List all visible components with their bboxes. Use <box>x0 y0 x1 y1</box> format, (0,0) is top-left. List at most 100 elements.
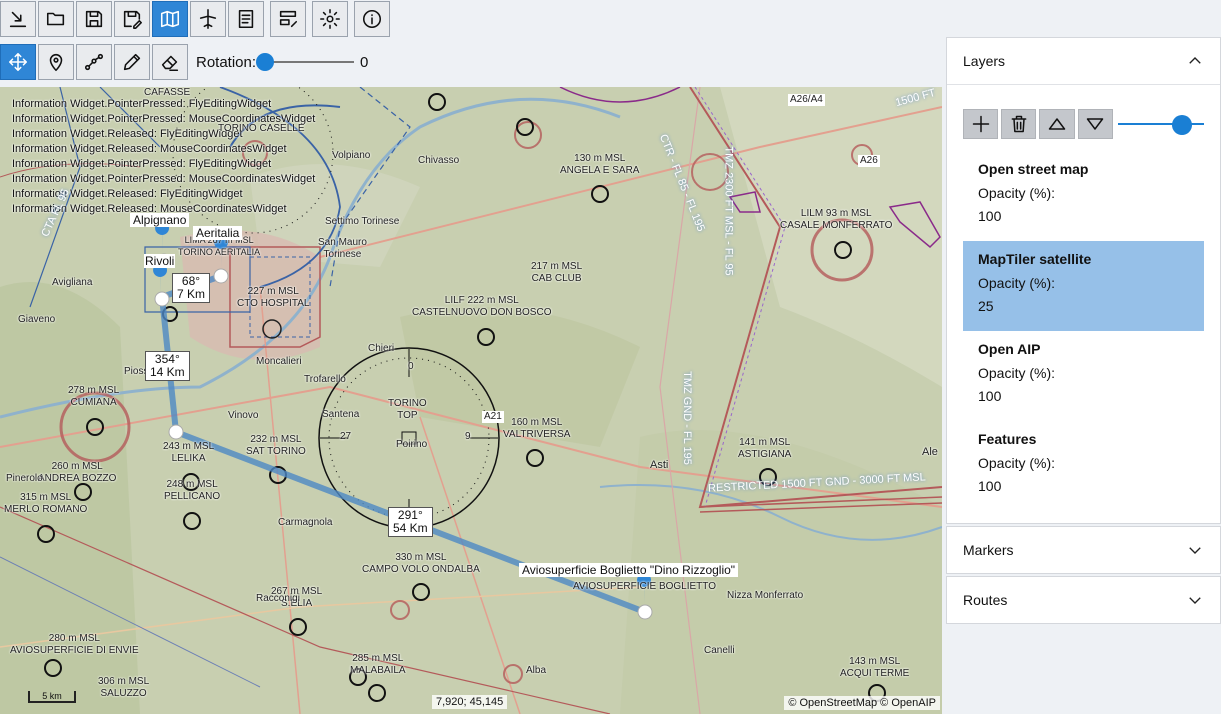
route-edit-icon <box>279 10 298 28</box>
log-line: Information Widget.PointerPressed: FlyEd… <box>12 158 272 170</box>
leg-distance: 7 Km <box>177 287 206 301</box>
save-button[interactable] <box>76 1 112 37</box>
label-andrea: 260 m MSL ANDREA BOZZO <box>38 461 117 484</box>
rotation-slider[interactable] <box>256 52 355 72</box>
route-edit-button[interactable] <box>270 1 306 37</box>
draw-tool-button[interactable] <box>114 44 150 80</box>
layer-name: MapTiler satellite <box>978 251 1092 267</box>
app-window: Rotation: 0 Information Widget.PointerPr… <box>0 0 1221 714</box>
label-pellicano: 248 m MSL PELLICANO <box>164 479 221 502</box>
label-san-mauro: San Mauro Torinese <box>318 237 367 260</box>
layer-opacity-label: Opacity (%): <box>978 365 1056 381</box>
add-layer-button[interactable] <box>963 109 999 139</box>
leg-callout-2: 354° 14 Km <box>145 351 190 381</box>
leg-callout-3: 291° 54 Km <box>388 507 433 537</box>
layer-opacity-value: 100 <box>978 388 1002 404</box>
main-toolbar <box>0 0 392 38</box>
label-cab: 217 m MSL CAB CLUB <box>531 261 583 284</box>
leg-distance: 54 Km <box>393 521 428 535</box>
save-as-icon <box>123 10 142 29</box>
label-envie: 280 m MSL AVIOSUPERFICIE DI ENVIE <box>10 633 139 656</box>
move-layer-up-button[interactable] <box>1039 109 1075 139</box>
chevron-up-icon <box>1189 57 1201 64</box>
label-campo-volo: 330 m MSL CAMPO VOLO ONDALBA <box>362 552 480 575</box>
layer-item-maptiler-satellite[interactable]: MapTiler satellite Opacity (%): 25 <box>963 241 1204 331</box>
label-acqui: 143 m MSL ACQUI TERME <box>840 656 910 679</box>
checklist-button[interactable] <box>228 1 264 37</box>
label-santena: Santena <box>322 409 360 420</box>
label-chivasso: Chivasso <box>418 155 460 166</box>
layer-opacity-label: Opacity (%): <box>978 185 1056 201</box>
label-astigiana: 141 m MSL ASTIGIANA <box>738 437 792 460</box>
import-icon <box>9 11 27 28</box>
layer-item-features[interactable]: Features Opacity (%): 100 <box>963 421 1204 511</box>
import-button[interactable] <box>0 1 36 37</box>
label-a26a4: A26/A4 <box>788 94 825 106</box>
log-line: Information Widget.PointerPressed: FlyEd… <box>12 98 272 110</box>
layer-item-open-aip[interactable]: Open AIP Opacity (%): 100 <box>963 331 1204 421</box>
opacity-slider-knob[interactable] <box>1172 115 1193 135</box>
label-nizza: Nizza Monferrato <box>727 590 804 601</box>
routes-title: Routes <box>963 592 1008 608</box>
marker-tool-button[interactable] <box>38 44 74 80</box>
leg-distance: 14 Km <box>150 365 185 379</box>
flight-button[interactable] <box>190 1 226 37</box>
label-trofarello: Trofarello <box>304 374 346 385</box>
label-boglietto-field: AVIOSUPERFICIE BOGLIETTO <box>573 581 716 592</box>
log-line: Information Widget.PointerPressed: Mouse… <box>12 173 316 185</box>
markers-title: Markers <box>963 542 1014 558</box>
route-waypoint[interactable] <box>213 268 229 284</box>
layer-opacity-slider[interactable] <box>1117 114 1204 135</box>
triangle-down-icon <box>1087 118 1104 130</box>
save-as-button[interactable] <box>114 1 150 37</box>
label-vinovo: Vinovo <box>228 410 259 421</box>
pencil-icon <box>123 53 141 71</box>
pin-label-alpignano: Alpignano <box>130 213 190 227</box>
markers-header[interactable]: Markers <box>947 527 1220 573</box>
label-cumiana: 278 m MSL CUMIANA <box>68 385 120 408</box>
label-a26: A26 <box>858 155 880 167</box>
label-torino-top: TORINO TOP <box>388 398 427 421</box>
open-button[interactable] <box>38 1 74 37</box>
rotation-value: 0 <box>360 53 369 71</box>
pan-tool-button[interactable] <box>0 44 36 80</box>
label-tmz: TMZ 2300 FT MSL - FL 95 <box>722 146 735 276</box>
label-ale: Ale <box>922 446 938 458</box>
label-tmz-gnd: TMZ GND - FL 195 <box>680 371 693 465</box>
route-waypoint[interactable] <box>168 424 184 440</box>
route-waypoint[interactable] <box>154 291 170 307</box>
label-chieri: Chieri <box>368 343 395 354</box>
label-volpiano: Volpiano <box>332 150 371 161</box>
layers-header[interactable]: Layers <box>947 38 1220 84</box>
route-waypoint[interactable] <box>637 604 653 620</box>
delete-layer-button[interactable] <box>1001 109 1037 139</box>
label-lelika: 243 m MSL LELIKA <box>163 441 215 464</box>
label-a21: A21 <box>482 411 504 423</box>
label-valtriversa: 160 m MSL VALTRIVERSA <box>503 417 571 440</box>
settings-button[interactable] <box>312 1 348 37</box>
map-view-button[interactable] <box>152 1 188 37</box>
erase-tool-button[interactable] <box>152 44 188 80</box>
trash-icon <box>1011 115 1027 133</box>
rotation-slider-knob[interactable] <box>256 53 275 71</box>
plus-icon <box>972 115 989 133</box>
map-canvas[interactable]: Information Widget.PointerPressed: FlyEd… <box>0 87 942 714</box>
gear-icon <box>320 9 340 29</box>
label-merlo: 315 m MSL MERLO ROMANO <box>4 492 88 515</box>
eraser-icon <box>161 55 179 72</box>
layers-section: Layers Open street map Opacity (%): 100 … <box>946 37 1221 524</box>
label-cafasse: CAFASSE <box>144 87 191 98</box>
label-poirino: Poirino <box>396 439 428 450</box>
move-layer-down-button[interactable] <box>1077 109 1113 139</box>
label-torino-caselle: TORINO CASELLE <box>218 123 305 134</box>
save-icon <box>85 10 103 28</box>
layer-opacity-value: 25 <box>978 298 994 314</box>
label-carmagnola: Carmagnola <box>278 517 333 528</box>
info-button[interactable] <box>354 1 390 37</box>
route-tool-button[interactable] <box>76 44 112 80</box>
compass-north: 0 <box>408 361 414 372</box>
label-racconigi: Racconigi <box>256 593 300 604</box>
layer-item-open-street-map[interactable]: Open street map Opacity (%): 100 <box>963 151 1204 241</box>
label-casale: LILM 93 m MSL CASALE MONFERRATO <box>780 208 893 231</box>
routes-header[interactable]: Routes <box>947 577 1220 623</box>
